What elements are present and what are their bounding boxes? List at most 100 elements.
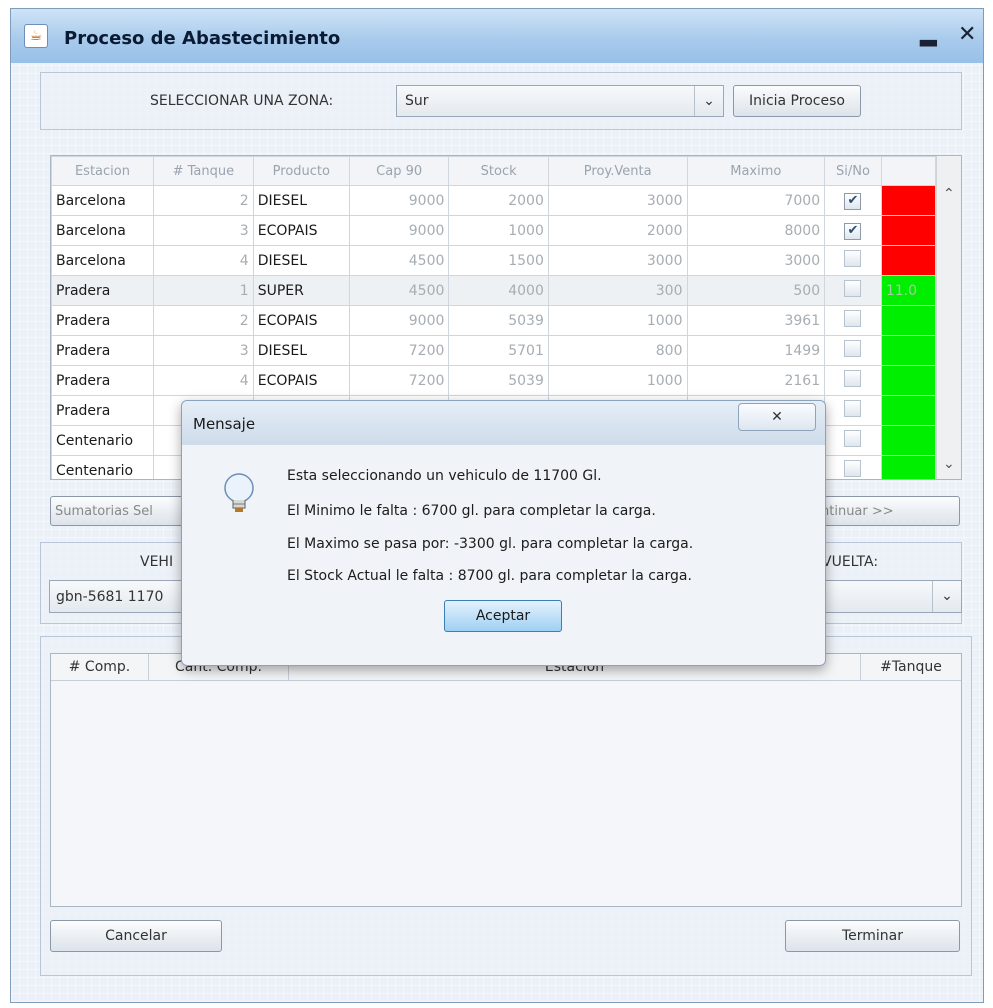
table-row[interactable]: Barcelona 4 DIESEL 4500 1500 3000 3000 (51, 245, 937, 276)
col-header[interactable]: Proy.Venta (547, 156, 688, 186)
table-row[interactable]: Pradera 4 ECOPAIS 7200 5039 1000 2161 (51, 365, 937, 396)
table-row[interactable]: Pradera 3 DIESEL 7200 5701 800 1499 (51, 335, 937, 366)
col-header[interactable]: Stock (448, 156, 549, 186)
dialog-close-icon[interactable]: ✕ (738, 403, 816, 431)
start-process-button[interactable]: Inicia Proceso (733, 85, 861, 117)
cell-stock: 5701 (448, 335, 549, 366)
scroll-down-icon[interactable]: ⌄ (943, 456, 955, 472)
cell-proy: 1000 (547, 305, 688, 336)
compartments-table: # Comp. Cant. Comp. Estacion #Tanque (50, 653, 962, 907)
cell-si-no[interactable] (824, 245, 882, 276)
checkbox-icon[interactable] (844, 280, 862, 297)
cell-tanque: 3 (152, 215, 254, 246)
col-header[interactable]: Maximo (686, 156, 826, 186)
cell-stock: 4000 (448, 275, 549, 306)
cell-maximo: 3000 (686, 245, 826, 276)
table-row[interactable]: Barcelona 3 ECOPAIS 9000 1000 2000 8000 ✔ (51, 215, 937, 246)
status-cell (880, 455, 937, 479)
cell-estacion: Pradera (51, 335, 154, 366)
zone-select[interactable]: Sur ⌄ (396, 85, 724, 117)
checkbox-icon[interactable] (844, 340, 862, 357)
cell-si-no[interactable] (824, 275, 882, 306)
cell-si-no[interactable] (824, 425, 882, 456)
checked-checkbox-icon[interactable]: ✔ (844, 222, 862, 240)
cell-proy: 2000 (547, 215, 688, 246)
col-comp[interactable]: # Comp. (51, 654, 149, 681)
table-row[interactable]: Pradera 1 SUPER 4500 4000 300 500 11.0 (51, 275, 937, 306)
status-cell (880, 245, 937, 276)
cell-maximo: 3961 (686, 305, 826, 336)
status-cell (880, 335, 937, 366)
checked-checkbox-icon[interactable]: ✔ (844, 192, 862, 210)
cell-estacion: Centenario (51, 455, 154, 479)
cell-tanque: 4 (152, 365, 254, 396)
vehicle-select-value: gbn-5681 1170 (56, 589, 164, 605)
cell-proy: 3000 (547, 185, 688, 216)
dialog-title-bar[interactable] (182, 401, 825, 445)
col-header[interactable]: Cap 90 (348, 156, 450, 186)
cell-cap: 9000 (348, 305, 450, 336)
cell-cap: 9000 (348, 215, 450, 246)
chevron-down-icon: ⌄ (694, 86, 723, 116)
checkbox-icon[interactable] (844, 310, 862, 327)
status-cell (880, 305, 937, 336)
cell-si-no[interactable] (824, 305, 882, 336)
cell-proy: 800 (547, 335, 688, 366)
status-cell: 11.0 (880, 275, 937, 306)
checkbox-icon[interactable] (844, 250, 862, 267)
cancel-button[interactable]: Cancelar (50, 920, 222, 952)
cell-producto: SUPER (252, 275, 350, 306)
col-header[interactable] (880, 156, 937, 186)
cell-estacion: Barcelona (51, 245, 154, 276)
checkbox-icon[interactable] (844, 460, 862, 477)
cell-si-no[interactable] (824, 455, 882, 479)
cell-si-no[interactable]: ✔ (824, 185, 882, 216)
status-cell (880, 425, 937, 456)
zone-label: SELECCIONAR UNA ZONA: (150, 93, 334, 109)
finish-button[interactable]: Terminar (785, 920, 960, 952)
status-cell (880, 395, 937, 426)
col-header[interactable]: Producto (252, 156, 350, 186)
table-scrollbar[interactable]: ⌃ ⌄ (936, 156, 961, 479)
cell-estacion: Barcelona (51, 215, 154, 246)
cell-producto: ECOPAIS (252, 365, 350, 396)
table-row[interactable]: Barcelona 2 DIESEL 9000 2000 3000 7000 ✔ (51, 185, 937, 216)
cell-stock: 5039 (448, 305, 549, 336)
cell-maximo: 8000 (686, 215, 826, 246)
checkbox-icon[interactable] (844, 370, 862, 387)
cell-proy: 3000 (547, 245, 688, 276)
cell-si-no[interactable]: ✔ (824, 215, 882, 246)
scroll-up-icon[interactable]: ⌃ (943, 186, 955, 202)
cell-estacion: Pradera (51, 275, 154, 306)
accept-button[interactable]: Aceptar (444, 600, 562, 632)
cell-maximo: 2161 (686, 365, 826, 396)
cell-cap: 7200 (348, 365, 450, 396)
cell-si-no[interactable] (824, 335, 882, 366)
cell-cap: 4500 (348, 275, 450, 306)
cell-tanque: 1 (152, 275, 254, 306)
cell-stock: 1000 (448, 215, 549, 246)
checkbox-icon[interactable] (844, 400, 862, 417)
cell-estacion: Barcelona (51, 185, 154, 216)
dialog-line-2: El Minimo le falta : 6700 gl. para compl… (287, 503, 656, 519)
cell-producto: ECOPAIS (252, 215, 350, 246)
cell-estacion: Pradera (51, 395, 154, 426)
col-header[interactable]: # Tanque (152, 156, 254, 186)
minimize-icon[interactable]: ▂ (920, 22, 937, 47)
cell-maximo: 500 (686, 275, 826, 306)
status-cell (880, 185, 937, 216)
col-tanque[interactable]: #Tanque (861, 654, 961, 681)
table-row[interactable]: Pradera 2 ECOPAIS 9000 5039 1000 3961 (51, 305, 937, 336)
cell-producto: ECOPAIS (252, 305, 350, 336)
cell-producto: DIESEL (252, 245, 350, 276)
col-header[interactable]: Si/No (824, 156, 882, 186)
cell-tanque: 4 (152, 245, 254, 276)
cell-si-no[interactable] (824, 395, 882, 426)
checkbox-icon[interactable] (844, 430, 862, 447)
close-icon[interactable]: ✕ (958, 22, 976, 47)
col-header[interactable]: Estacion (51, 156, 154, 186)
cell-si-no[interactable] (824, 365, 882, 396)
status-cell (880, 215, 937, 246)
cell-stock: 2000 (448, 185, 549, 216)
cell-proy: 300 (547, 275, 688, 306)
